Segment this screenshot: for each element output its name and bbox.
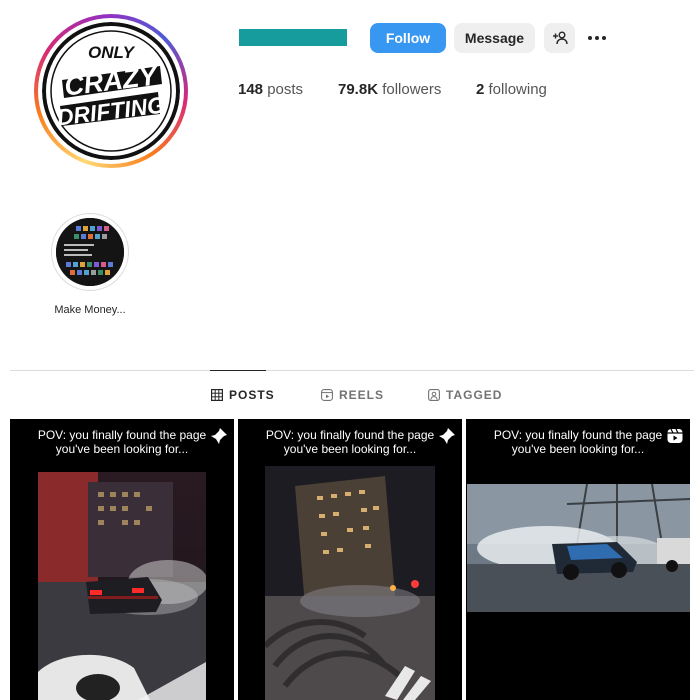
follow-button[interactable]: Follow <box>370 23 446 53</box>
post-thumbnail <box>38 472 206 700</box>
username-redacted <box>239 29 347 46</box>
post-thumbnail <box>467 484 690 612</box>
pin-icon <box>439 428 455 444</box>
add-user-icon <box>552 31 568 45</box>
tab-tagged-label: TAGGED <box>446 388 503 402</box>
tab-posts[interactable]: POSTS <box>211 387 275 403</box>
active-tab-indicator <box>210 370 266 371</box>
profile-avatar[interactable]: ONLY CRAZY DRIFTING <box>34 14 188 168</box>
post-caption: POV: you finally found the page you've b… <box>493 428 663 456</box>
reels-icon <box>321 389 333 401</box>
post-caption: POV: you finally found the page you've b… <box>37 428 207 456</box>
grid-icon <box>211 389 223 401</box>
highlight-label: Make Money... <box>54 304 126 316</box>
post-tile[interactable]: POV: you finally found the page you've b… <box>238 419 462 700</box>
post-thumbnail <box>265 466 435 700</box>
tab-reels[interactable]: REELS <box>321 387 384 403</box>
post-tile[interactable]: POV: you finally found the page you've b… <box>466 419 690 700</box>
followers-count[interactable]: 79.8K followers <box>338 81 441 98</box>
highlight-cover <box>56 218 124 286</box>
svg-text:ONLY: ONLY <box>88 43 136 62</box>
post-caption: POV: you finally found the page you've b… <box>265 428 435 456</box>
suggested-users-button[interactable] <box>544 23 575 53</box>
avatar-border: ONLY CRAZY DRIFTING <box>38 18 184 164</box>
tagged-icon <box>428 389 440 401</box>
tab-tagged[interactable]: TAGGED <box>428 387 502 403</box>
tab-reels-label: REELS <box>339 388 385 402</box>
posts-count: 148 posts <box>238 81 304 98</box>
more-options-icon[interactable] <box>584 23 610 53</box>
avatar-logo: ONLY CRAZY DRIFTING <box>42 22 180 160</box>
reel-icon <box>667 428 683 443</box>
following-count[interactable]: 2 following <box>476 81 547 98</box>
pin-icon <box>211 428 227 444</box>
tab-posts-label: POSTS <box>229 388 275 402</box>
message-button[interactable]: Message <box>454 23 535 53</box>
story-highlight[interactable] <box>51 213 129 291</box>
tabs-divider <box>10 370 694 371</box>
post-tile[interactable]: POV: you finally found the page you've b… <box>10 419 234 700</box>
